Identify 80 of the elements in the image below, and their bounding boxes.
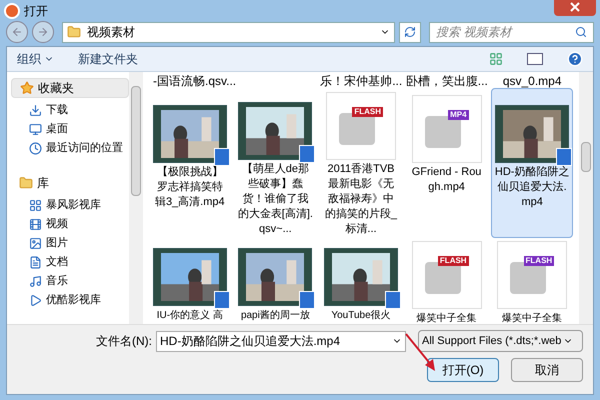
group-label: 库 [37,175,49,192]
forward-arrow-icon [37,26,49,38]
address-bar[interactable]: 视频素材 [62,22,395,43]
filename-field[interactable]: HD-奶酪陷阱之仙贝追爱大法.mp4 [156,330,406,352]
close-icon [570,2,580,12]
file-item[interactable]: HD-奶酪陷阱之仙贝追爱大法.mp4 [491,88,573,238]
file-name[interactable]: qsv_0.mp4 [502,74,562,88]
play-icon [29,294,42,308]
refresh-icon [404,26,416,38]
organize-button[interactable]: 组织 [17,50,54,68]
cancel-button[interactable]: 取消 [511,358,583,382]
search-input[interactable]: 搜索 视频素材 [436,23,575,42]
file-name: 爆笑中子全集 [416,312,477,324]
file-name: GFriend - Rough.mp4 [410,165,482,196]
search-field[interactable]: 搜索 视频素材 [429,22,594,43]
scrollbar[interactable] [129,72,143,324]
grid-icon [29,199,42,212]
video-icon [29,218,42,232]
close-button[interactable] [554,0,596,16]
file-name: YouTube很火 [331,308,391,324]
sidebar-group[interactable]: 库 [11,173,129,194]
file-item[interactable]: 【萌星人de那些破事】蠢货！谁偷了我的大金表[高清].qsv~... [234,88,316,238]
file-item[interactable]: FLASH 2011香港TVB最新电影《无敌福禄寿》中的搞笑的片段_标清... [320,88,402,238]
sidebar-label: 图片 [46,236,68,252]
help-icon[interactable] [567,51,583,68]
file-item[interactable]: 【极限挑战】罗志祥搞笑特辑3_高清.mp4 [149,88,231,238]
search-icon [575,26,587,38]
file-name: 【萌星人de那些破事】蠢货！谁偷了我的大金表[高清].qsv~... [238,162,314,238]
open-button[interactable]: 打开(O) [427,358,499,382]
recent-icon [29,142,42,156]
file-item[interactable]: MP4 GFriend - Rough.mp4 [406,88,488,238]
preview-pane-icon[interactable] [527,53,543,66]
sidebar-label: 优酷影视库 [46,292,101,308]
view-icon[interactable] [489,52,503,66]
file-item[interactable]: IU-你的意义 高 [149,238,231,324]
star-icon [20,81,34,96]
new-folder-button[interactable]: 新建文件夹 [78,50,138,68]
format-badge: MP4 [448,110,469,120]
sidebar-label: 最近访问的位置 [46,140,123,156]
back-arrow-icon [11,26,23,38]
file-name: 【极限挑战】罗志祥搞笑特辑3_高清.mp4 [154,165,226,210]
file-name: 爆笑中子全集 [502,312,562,324]
annotation-arrow [404,332,438,374]
music-icon [29,275,42,288]
file-item[interactable]: papi酱的周一放 [234,238,316,324]
refresh-button[interactable] [399,22,421,43]
image-icon [29,237,42,250]
file-name: IU-你的意义 高 [156,308,223,324]
sidebar-label: 桌面 [46,122,68,138]
app-icon [4,2,20,19]
file-name: papi酱的周一放 [240,309,310,324]
sidebar-label: 音乐 [46,274,68,290]
sidebar-label: 暴风影视库 [46,198,101,214]
sidebar-label: 视频 [46,217,68,232]
file-name: 2011香港TVB最新电影《无敌福禄寿》中的搞笑的片段_标清... [324,162,398,238]
format-badge: FLASH [524,256,554,266]
desktop-icon [29,123,42,136]
file-name[interactable]: -国语流畅.qsv... [153,74,236,88]
file-name: HD-奶酪陷阱之仙贝追爱大法.mp4 [494,165,570,210]
filename-input[interactable]: HD-奶酪陷阱之仙贝追爱大法.mp4 [160,332,392,350]
download-icon [29,104,42,118]
sidebar-label: 文档 [46,254,68,270]
scrollbar[interactable] [579,72,593,324]
folder-icon [67,25,81,40]
window-title: 打开 [24,2,48,20]
file-name[interactable]: 卧槽，笑出腹... [406,74,488,88]
file-item[interactable]: YouTube很火 [320,238,402,324]
group-label: 收藏夹 [38,80,74,98]
sidebar-group[interactable]: 收藏夹 [11,78,129,98]
doc-icon [29,256,42,270]
sidebar-label: 下载 [46,103,68,118]
breadcrumb-item[interactable]: 视频素材 [87,23,135,42]
filename-label: 文件名(N): [96,333,152,350]
format-badge: FLASH [438,256,469,266]
file-type-dropdown[interactable]: All Support Files (*.dts;*.web [418,330,583,352]
forward-button[interactable] [32,21,54,44]
back-button[interactable] [6,21,28,44]
library-icon [19,176,33,190]
format-badge: FLASH [352,107,383,118]
file-name[interactable]: 乐！宋仲基帅... [320,74,402,88]
